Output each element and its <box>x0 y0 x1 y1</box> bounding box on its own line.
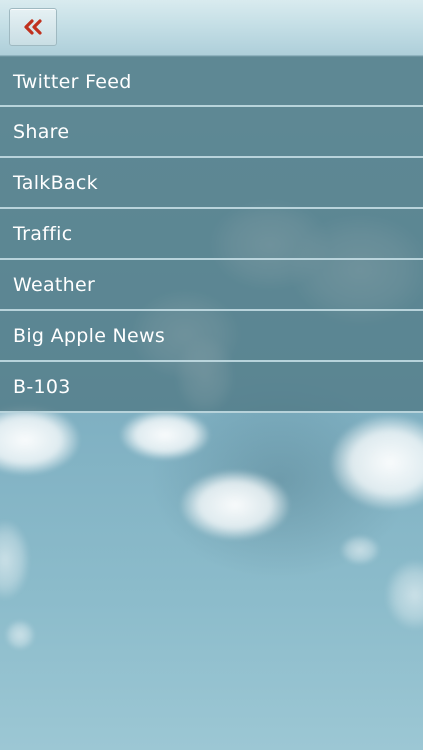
menu-item-label: Weather <box>13 274 96 296</box>
cloud <box>385 560 423 630</box>
cloud <box>5 620 35 650</box>
cloud <box>180 470 290 540</box>
menu-item-traffic[interactable]: Traffic <box>0 209 423 260</box>
menu-item-label: Traffic <box>13 223 73 245</box>
cloud <box>0 520 30 600</box>
menu-item-label: TalkBack <box>13 172 98 194</box>
app-screen: Twitter Feed Share TalkBack Traffic Weat… <box>0 0 423 750</box>
back-button[interactable] <box>9 8 57 46</box>
menu-item-talkback[interactable]: TalkBack <box>0 158 423 209</box>
menu-item-weather[interactable]: Weather <box>0 260 423 311</box>
top-bar <box>0 0 423 56</box>
cloud <box>340 535 380 565</box>
menu-item-big-apple-news[interactable]: Big Apple News <box>0 311 423 362</box>
menu-item-twitter-feed[interactable]: Twitter Feed <box>0 56 423 107</box>
cloud <box>120 410 210 460</box>
menu-item-label: B-103 <box>13 376 71 398</box>
cloud <box>0 405 80 475</box>
menu-item-b-103[interactable]: B-103 <box>0 362 423 413</box>
double-chevron-left-icon <box>24 19 42 35</box>
side-menu: Twitter Feed Share TalkBack Traffic Weat… <box>0 56 423 413</box>
menu-item-label: Big Apple News <box>13 325 166 347</box>
menu-item-share[interactable]: Share <box>0 107 423 158</box>
menu-item-label: Share <box>13 121 70 143</box>
menu-item-label: Twitter Feed <box>13 71 132 93</box>
